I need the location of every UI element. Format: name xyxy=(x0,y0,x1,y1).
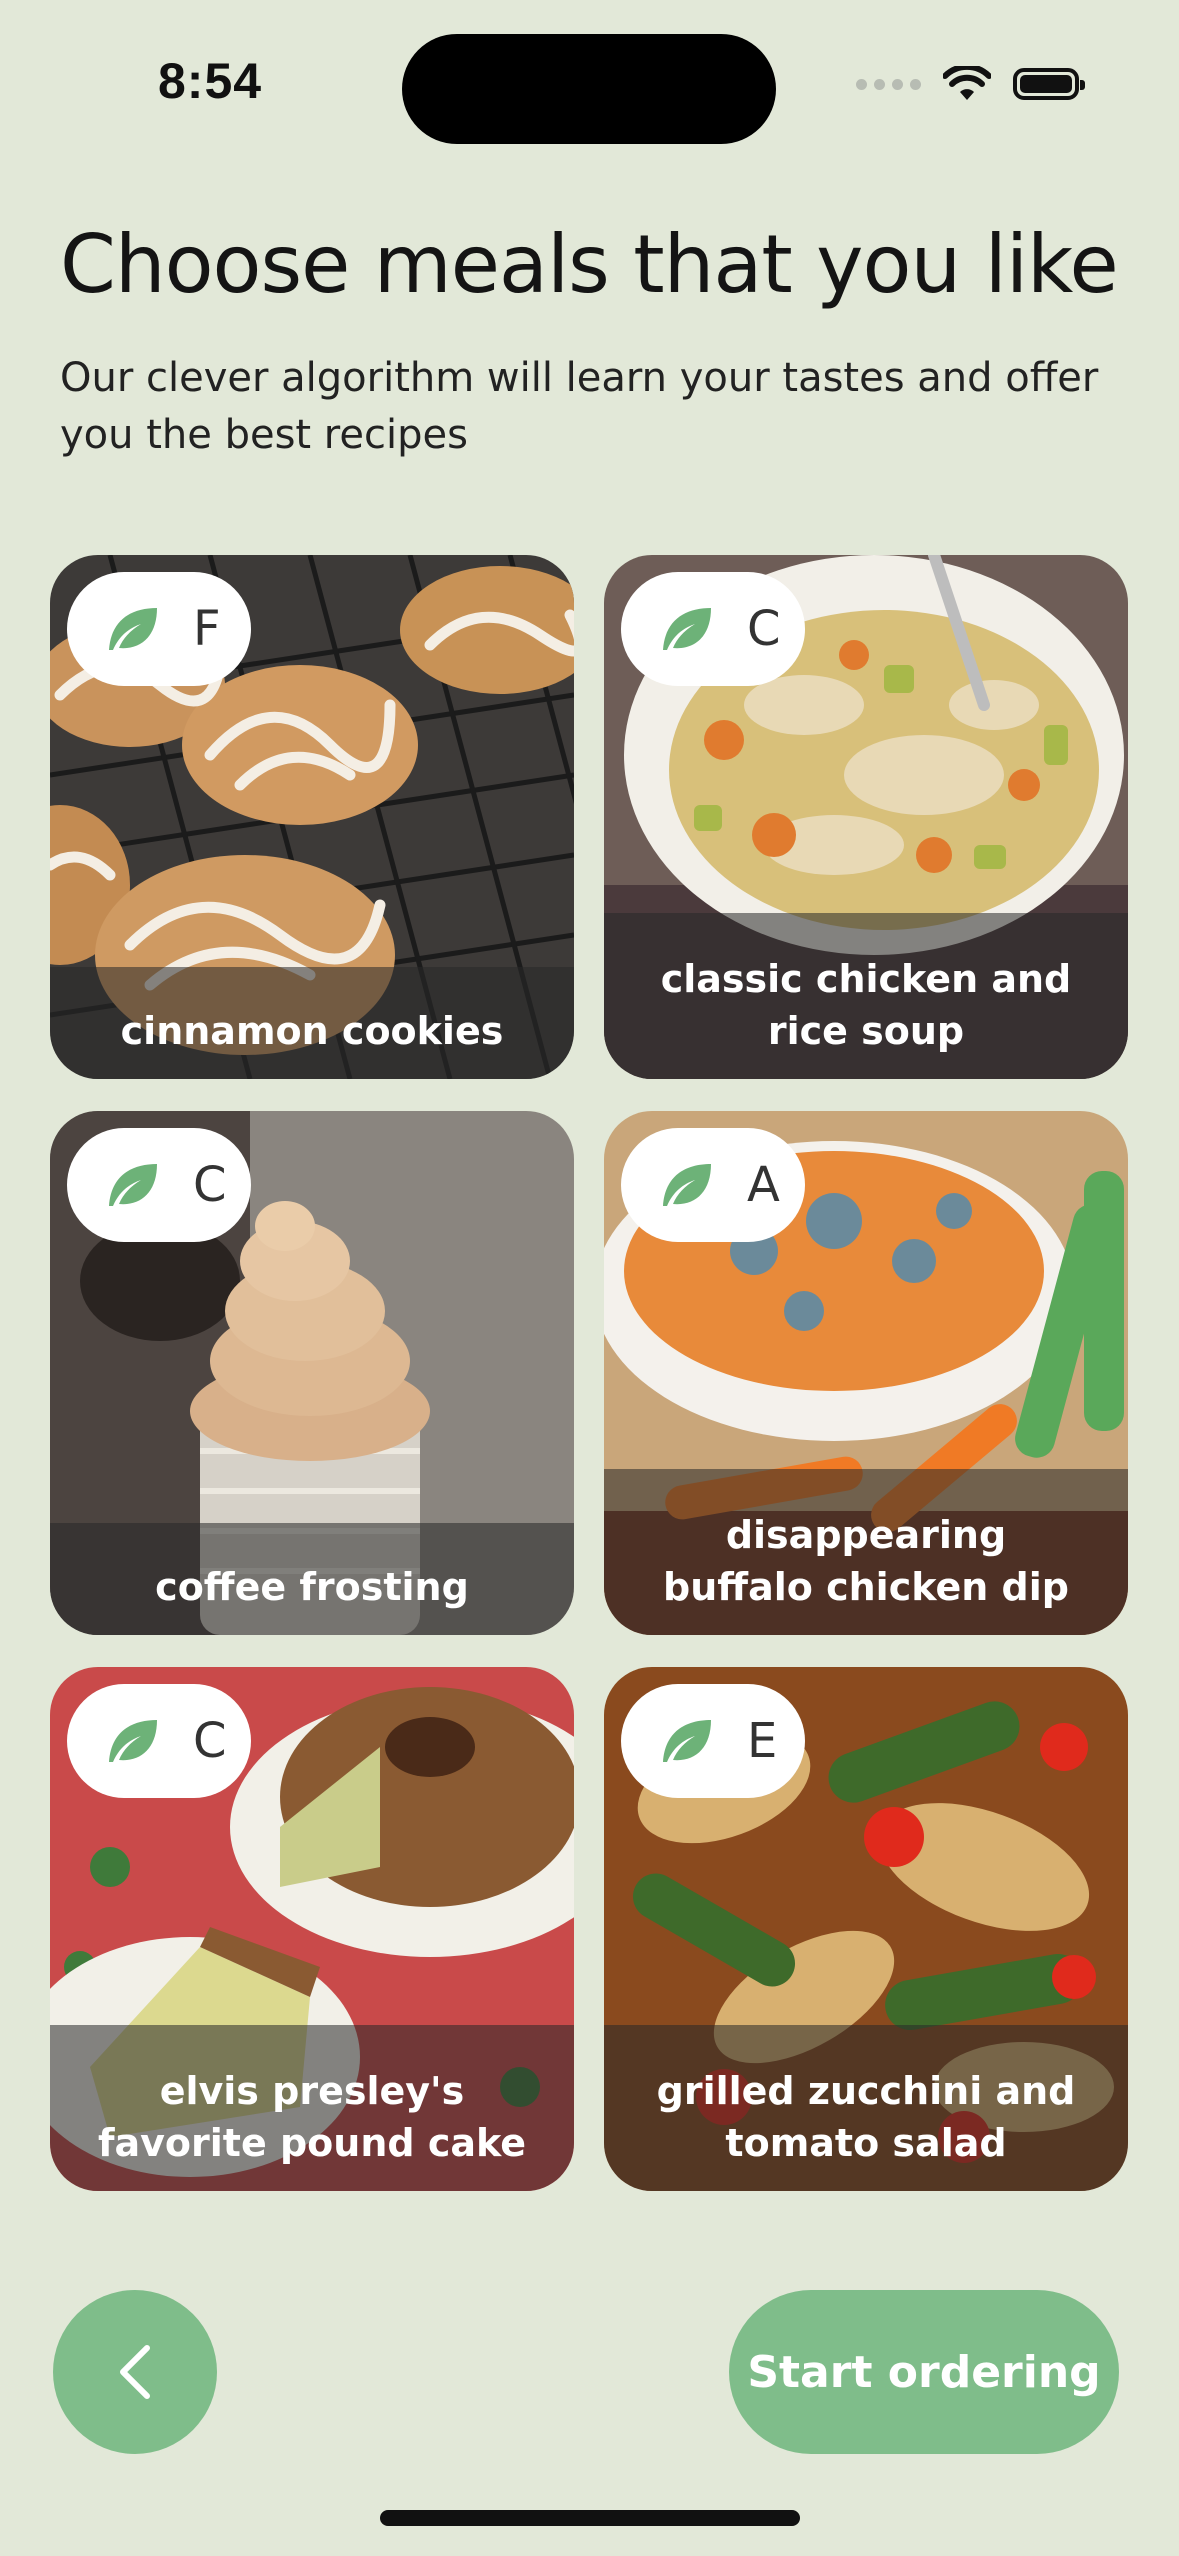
grade-badge: A xyxy=(621,1128,805,1242)
meal-caption: disappearing buffalo chicken dip xyxy=(604,1469,1128,1635)
meal-card[interactable]: F cinnamon cookies xyxy=(50,555,574,1079)
meal-caption: elvis presley's favorite pound cake xyxy=(50,2025,574,2191)
meal-caption: classic chicken and rice soup xyxy=(604,913,1128,1079)
back-button[interactable] xyxy=(53,2290,217,2454)
leaf-icon xyxy=(663,608,711,650)
leaf-icon xyxy=(663,1164,711,1206)
start-ordering-button[interactable]: Start ordering xyxy=(729,2290,1119,2454)
status-icons xyxy=(856,66,1085,102)
leaf-icon xyxy=(109,1164,157,1206)
meal-name: coffee frosting xyxy=(155,1565,469,1609)
dynamic-island xyxy=(402,34,776,144)
grade-letter: C xyxy=(747,601,781,657)
leaf-icon xyxy=(109,1720,157,1762)
meal-name: cinnamon cookies xyxy=(120,1009,504,1053)
page-title: Choose meals that you like xyxy=(60,218,1119,311)
meal-card[interactable]: C elvis presley's favorite pound cake xyxy=(50,1667,574,2191)
grade-letter: F xyxy=(193,601,221,657)
grade-badge: C xyxy=(67,1128,251,1242)
cellular-signal-icon xyxy=(856,78,921,90)
grade-letter: C xyxy=(193,1713,227,1769)
leaf-icon xyxy=(663,1720,711,1762)
grade-badge: E xyxy=(621,1684,805,1798)
meal-card[interactable]: C classic chicken and rice soup xyxy=(604,555,1128,1079)
meal-caption: grilled zucchini and tomato salad xyxy=(604,2025,1128,2191)
meal-card[interactable]: C coffee frosting xyxy=(50,1111,574,1635)
grade-badge: C xyxy=(621,572,805,686)
wifi-icon xyxy=(943,66,991,100)
meal-caption: coffee frosting xyxy=(50,1523,574,1635)
page-subtitle: Our clever algorithm will learn your tas… xyxy=(60,355,1099,458)
meal-name: elvis presley's favorite pound cake xyxy=(97,2069,527,2165)
grade-letter: A xyxy=(747,1157,780,1213)
meal-caption: cinnamon cookies xyxy=(50,967,574,1079)
leaf-icon xyxy=(109,608,157,650)
grade-badge: C xyxy=(67,1684,251,1798)
grade-letter: E xyxy=(747,1713,778,1769)
status-time: 8:54 xyxy=(158,53,263,109)
chevron-left-icon xyxy=(120,2345,150,2399)
battery-icon xyxy=(1013,68,1085,100)
meal-card[interactable]: E grilled zucchini and tomato salad xyxy=(604,1667,1128,2191)
grade-badge: F xyxy=(67,572,251,686)
meal-card[interactable]: A disappearing buffalo chicken dip xyxy=(604,1111,1128,1635)
meal-grid: F cinnamon cookies C classic chicken and… xyxy=(50,555,1128,2191)
home-indicator xyxy=(380,2510,800,2526)
grade-letter: C xyxy=(193,1157,227,1213)
meal-name: classic chicken and rice soup xyxy=(660,957,1072,1053)
meal-name: disappearing buffalo chicken dip xyxy=(663,1513,1069,1609)
meal-name: grilled zucchini and tomato salad xyxy=(656,2069,1076,2165)
